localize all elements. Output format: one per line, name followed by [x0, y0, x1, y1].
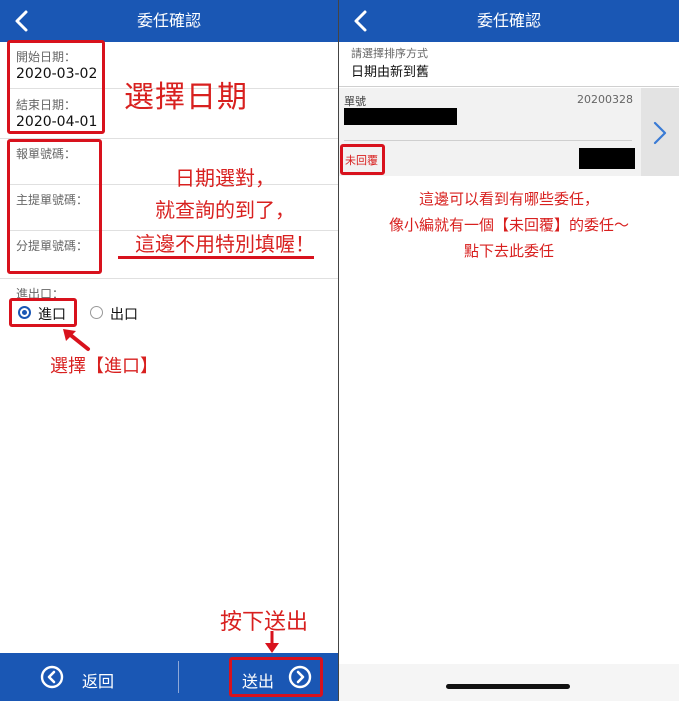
annotation-line-2: 像小編就有一個【未回覆】的委任～ [388, 216, 629, 234]
annotation-underline [118, 256, 314, 259]
date-highlight-box [7, 40, 105, 134]
annotation-select-date: 選擇日期 [124, 80, 248, 115]
record-card[interactable]: 單號 20200328 未回覆 [339, 88, 679, 176]
header-bar: 委任確認 [0, 0, 338, 42]
page-title: 委任確認 [476, 11, 541, 30]
status-highlight-box [340, 144, 385, 175]
chevron-right-icon [653, 121, 667, 145]
divider [344, 140, 632, 141]
number-fields-highlight-box [7, 139, 102, 274]
redacted-block [579, 148, 635, 169]
export-option-label[interactable]: 出口 [110, 304, 138, 324]
back-button[interactable]: 返回 [40, 661, 140, 693]
annotation-line-3: 點下去此委任 [463, 242, 554, 260]
import-highlight-box [9, 298, 77, 327]
annotation-note-line-1: 日期選對， [175, 166, 275, 190]
annotation-note-line-3: 這邊不用特別填喔！ [135, 232, 315, 256]
divider [339, 86, 679, 87]
annotation-line-1: 這邊可以看到有哪些委任， [418, 190, 599, 208]
sort-label: 請選擇排序方式 [351, 47, 428, 60]
left-screen: 委任確認 開始日期： 2020-03-02 結束日期： 2020-04-01 選… [0, 0, 339, 701]
arrow-pointer-icon [63, 329, 90, 351]
annotation-select-import: 選擇【進口】 [50, 356, 158, 377]
arrow-down-icon [265, 631, 279, 653]
page-title: 委任確認 [136, 11, 201, 30]
sort-value: 日期由新到舊 [351, 65, 430, 80]
sort-selector[interactable]: 請選擇排序方式 日期由新到舊 [339, 42, 679, 86]
annotation-note-line-2: 就查詢的到了， [155, 198, 295, 222]
export-radio[interactable] [90, 306, 103, 319]
header-bar: 委任確認 [339, 0, 679, 42]
record-number-label: 單號 [344, 95, 366, 108]
back-circle-icon [40, 665, 64, 689]
footer-bar: 返回 送出 [0, 653, 338, 701]
home-indicator-area [339, 664, 679, 701]
redacted-block [344, 108, 457, 125]
submit-highlight-box [229, 657, 323, 697]
record-date: 20200328 [577, 93, 633, 106]
divider [0, 278, 338, 279]
footer-divider [178, 661, 179, 693]
home-indicator-bar [446, 684, 570, 689]
right-screen: 委任確認 請選擇排序方式 日期由新到舊 單號 20200328 未回覆 這邊可以… [339, 0, 679, 701]
record-chevron-area[interactable] [641, 88, 679, 176]
back-button-label: 返回 [82, 672, 115, 691]
